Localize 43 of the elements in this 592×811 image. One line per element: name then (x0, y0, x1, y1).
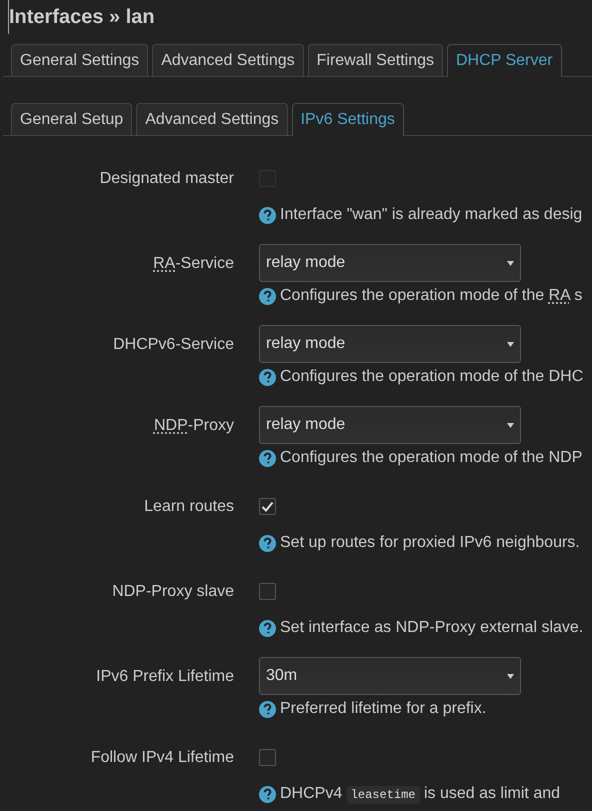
help-text: Interface "wan" is already marked as desig (280, 205, 582, 225)
help-text: Configures the operation mode of the RA s (280, 286, 582, 306)
tab[interactable]: Advanced Settings (136, 103, 288, 135)
field-label: Designated master (98, 169, 234, 189)
caret-icon (507, 422, 514, 428)
dropdown[interactable]: relay mode (259, 325, 521, 363)
help-icon (259, 368, 276, 386)
tab[interactable]: General Settings (11, 44, 148, 76)
field-label: IPv6 Prefix Lifetime (95, 667, 234, 687)
tab[interactable]: DHCP Server (446, 44, 562, 77)
caret-icon (507, 342, 514, 346)
tab[interactable]: IPv6 Settings (292, 103, 404, 136)
help-icon (259, 288, 276, 304)
help-text: Preferred lifetime for a prefix. (280, 699, 486, 719)
caret-icon (507, 260, 514, 266)
help-text: Set up routes for proxied IPv6 neighbours. (280, 533, 580, 553)
field-label: Follow IPv4 Lifetime (90, 748, 234, 768)
checkbox[interactable] (259, 749, 276, 766)
help-icon (259, 534, 276, 552)
help-icon (259, 450, 276, 466)
checkbox[interactable] (259, 583, 276, 600)
help-text: Configures the operation mode of the DHC (280, 367, 584, 387)
dropdown[interactable]: relay mode (259, 406, 521, 444)
help-icon (259, 700, 276, 718)
field-label: NDP-Proxy (152, 416, 234, 436)
caret-icon (507, 674, 514, 678)
field-label: Learn routes (143, 497, 234, 517)
field-label: DHCPv6-Service (112, 335, 234, 355)
help-icon (259, 620, 276, 636)
help-text: Configures the operation mode of the NDP (280, 448, 582, 468)
tab[interactable]: Firewall Settings (308, 44, 443, 76)
field-label: RA-Service (152, 254, 234, 274)
checkbox[interactable] (259, 498, 276, 515)
help-icon (259, 206, 276, 224)
tab[interactable]: General Setup (11, 103, 132, 135)
dropdown[interactable]: relay mode (259, 244, 521, 282)
dropdown[interactable]: 30m (259, 657, 521, 695)
tab[interactable]: Advanced Settings (152, 44, 304, 76)
field-label: NDP-Proxy slave (111, 582, 234, 602)
help-text: DHCPv4 leasetime is used as limit and (280, 784, 560, 805)
help-text: Set interface as NDP-Proxy external slave. (280, 618, 584, 638)
help-icon (259, 786, 276, 803)
page-title: Interfaces » lan (8, 0, 592, 34)
